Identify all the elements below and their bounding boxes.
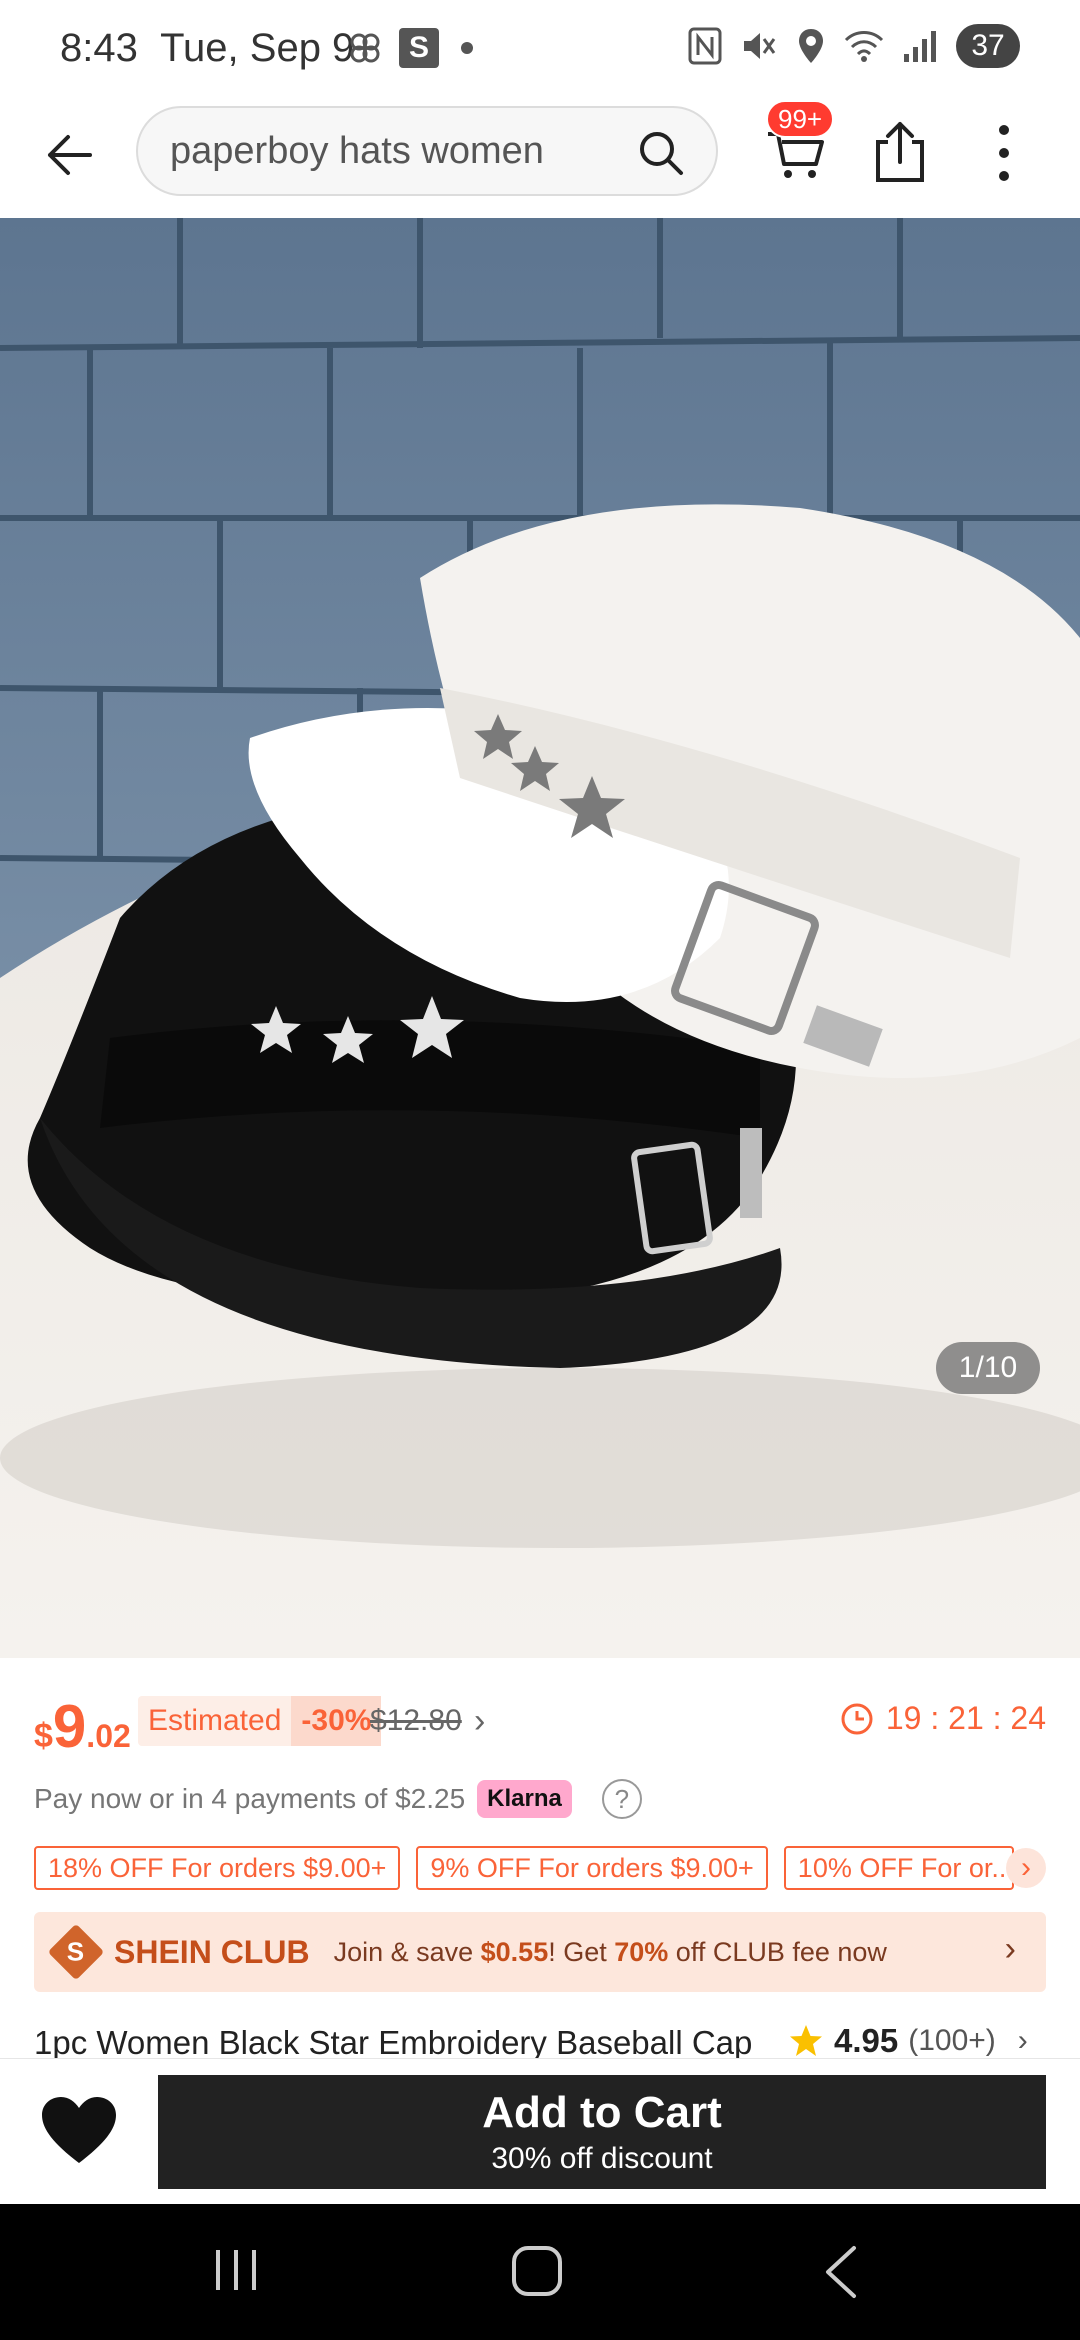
coupon-list: 18% OFF For orders $9.00+ 9% OFF For ord… bbox=[34, 1846, 1014, 1890]
club-title: SHEIN CLUB bbox=[114, 1933, 310, 1970]
status-system-icons: 37 bbox=[688, 24, 1020, 68]
back-arrow-icon bbox=[48, 135, 92, 175]
status-time: 8:43 Tue, Sep 9 bbox=[60, 26, 355, 70]
more-vertical-icon bbox=[999, 125, 1009, 181]
share-button[interactable] bbox=[868, 118, 932, 188]
shein-club-banner[interactable]: S SHEIN CLUB Join & save $0.55! Get 70% … bbox=[34, 1912, 1046, 1992]
rating-summary[interactable]: 4.95 (100+) › bbox=[788, 2022, 1028, 2060]
search-icon[interactable] bbox=[636, 128, 686, 178]
add-to-cart-button[interactable]: Add to Cart 30% off discount bbox=[158, 2075, 1046, 2189]
chevron-right-icon: › bbox=[1017, 2024, 1028, 2057]
clock-icon bbox=[841, 1703, 873, 1734]
sale-price: $9.02 bbox=[34, 1693, 131, 1760]
image-counter: 1/10 bbox=[936, 1342, 1040, 1394]
installment-text: Pay now or in 4 payments of $2.25 bbox=[34, 1783, 466, 1814]
product-title-row[interactable]: 1pc Women Black Star Embroidery Baseball… bbox=[0, 2020, 1080, 2062]
add-to-cart-label: Add to Cart bbox=[482, 2088, 722, 2137]
nfc-icon bbox=[688, 27, 722, 65]
search-query-text: paperboy hats women bbox=[170, 130, 544, 172]
system-navigation-bar bbox=[0, 2204, 1080, 2340]
coupons-more-chevron-icon[interactable]: › bbox=[1006, 1848, 1046, 1888]
chevron-right-icon[interactable]: › bbox=[474, 1702, 485, 1741]
product-header: paperboy hats women 99+ bbox=[0, 100, 1080, 218]
installment-info: Pay now or in 4 payments of $2.25 Klarna… bbox=[34, 1779, 642, 1819]
add-to-cart-subtitle: 30% off discount bbox=[491, 2142, 713, 2175]
home-icon[interactable] bbox=[512, 2246, 562, 2296]
product-photo bbox=[0, 218, 1080, 1658]
discount-percent: -30% bbox=[291, 1696, 382, 1746]
product-title: 1pc Women Black Star Embroidery Baseball… bbox=[34, 2024, 753, 2061]
product-image-gallery[interactable] bbox=[0, 218, 1080, 1658]
wishlist-button[interactable] bbox=[40, 2095, 118, 2167]
bottom-action-bar: Add to Cart 30% off discount bbox=[0, 2058, 1080, 2204]
more-notifications-dot-icon bbox=[461, 42, 473, 54]
original-price[interactable]: $12.80 bbox=[370, 1704, 462, 1738]
estimated-label: Estimated bbox=[148, 1704, 282, 1737]
wifi-icon bbox=[844, 31, 884, 62]
more-options-button[interactable] bbox=[984, 120, 1024, 190]
back-button[interactable] bbox=[34, 120, 104, 190]
battery-icon: 37 bbox=[956, 24, 1020, 68]
share-icon bbox=[876, 122, 924, 182]
recent-apps-icon[interactable] bbox=[212, 2248, 260, 2292]
review-count: (100+) bbox=[908, 2024, 996, 2057]
coupon-chip[interactable]: 10% OFF For or... bbox=[783, 1846, 1014, 1890]
countdown-value: 19 : 21 : 24 bbox=[885, 1700, 1046, 1736]
coupon-chip[interactable]: 18% OFF For orders $9.00+ bbox=[34, 1846, 401, 1890]
countdown-timer: 19 : 21 : 24 bbox=[840, 1700, 1046, 1737]
search-input[interactable]: paperboy hats women bbox=[136, 106, 718, 196]
shein-club-logo-icon: S bbox=[47, 1923, 105, 1981]
help-icon[interactable]: ? bbox=[601, 1779, 642, 1819]
cart-count-badge: 99+ bbox=[766, 100, 835, 138]
heart-icon bbox=[42, 2097, 116, 2163]
mute-icon bbox=[744, 33, 776, 59]
star-icon bbox=[790, 2025, 822, 2056]
price-row: $9.02 Estimated -30% $12.80 › 19 : 21 : … bbox=[34, 1690, 1046, 1760]
system-back-icon[interactable] bbox=[820, 2244, 860, 2300]
pinwheel-icon bbox=[350, 33, 380, 63]
klarna-badge: Klarna bbox=[477, 1780, 572, 1818]
status-bar: 8:43 Tue, Sep 9 S 37 bbox=[0, 0, 1080, 100]
estimated-discount-tag[interactable]: Estimated -30% bbox=[138, 1696, 382, 1746]
rating-value: 4.95 bbox=[834, 2022, 899, 2059]
status-notification-icons: S bbox=[345, 28, 473, 68]
coupon-chip[interactable]: 9% OFF For orders $9.00+ bbox=[416, 1846, 768, 1890]
chevron-right-icon: › bbox=[1004, 1930, 1016, 1968]
signal-icon bbox=[904, 31, 936, 62]
club-offer-text: Join & save $0.55! Get 70% off CLUB fee … bbox=[333, 1936, 887, 1967]
shein-notification-icon: S bbox=[399, 28, 439, 68]
location-icon bbox=[799, 29, 823, 63]
